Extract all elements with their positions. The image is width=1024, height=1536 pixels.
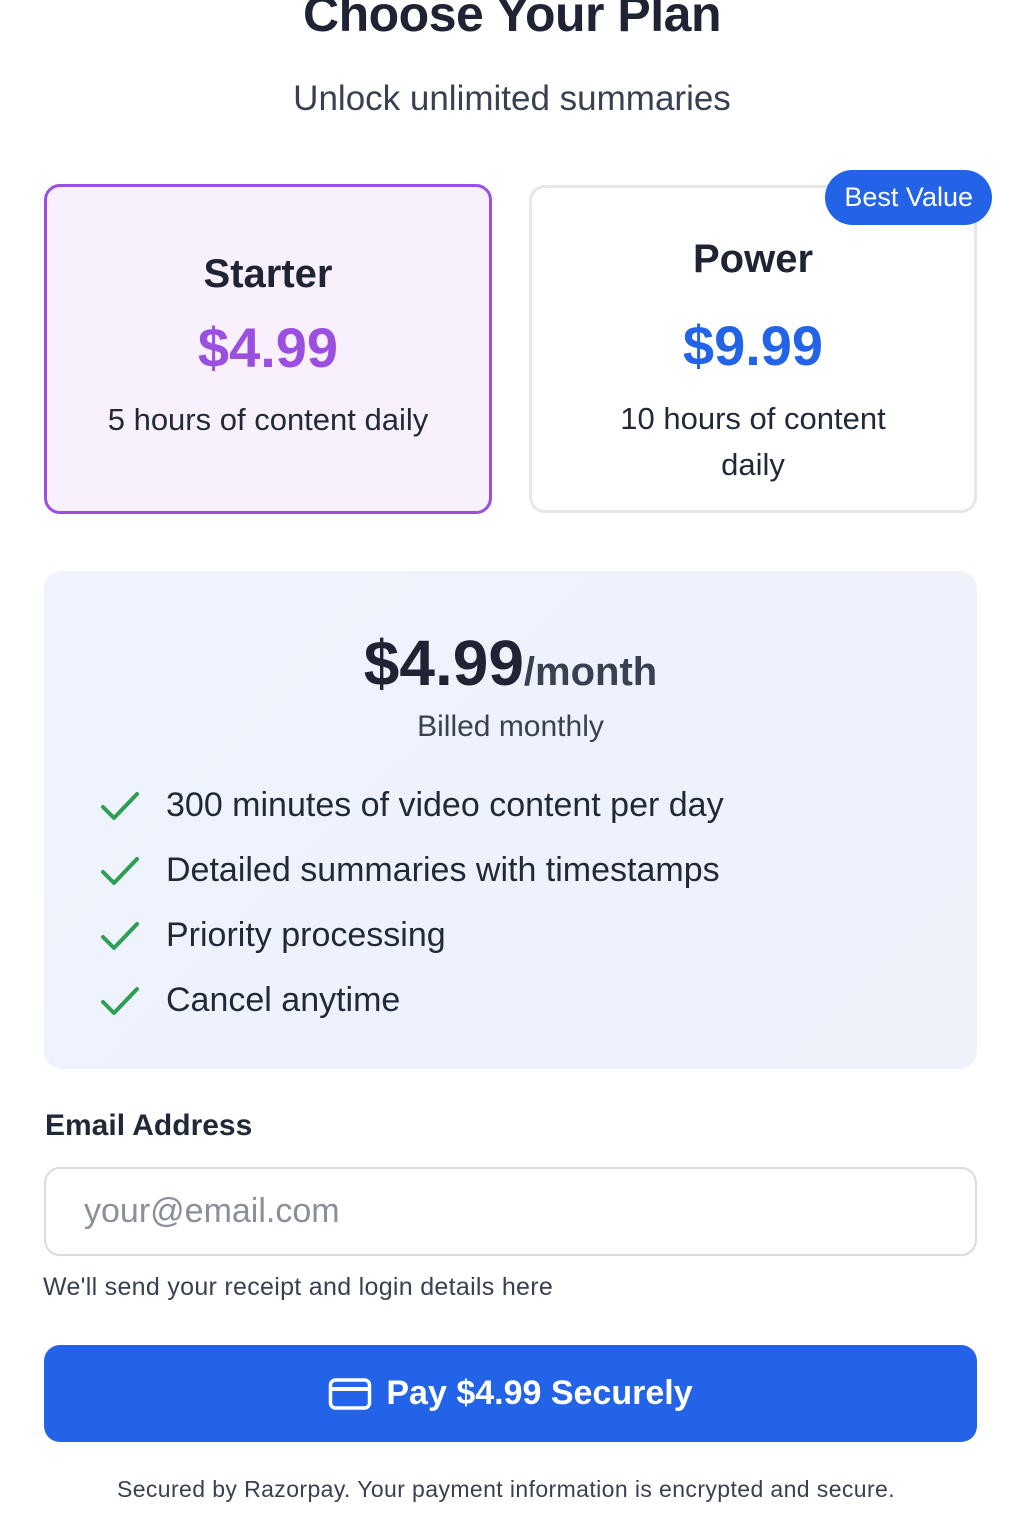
checkout-page: Choose Your Plan Unlock unlimited summar… [0, 0, 1024, 1536]
summary-amount: $4.99 [363, 627, 524, 699]
feature-item: Priority processing [100, 903, 724, 968]
check-icon [101, 921, 139, 950]
plan-description: 5 hours of content daily [107, 402, 429, 437]
summary-period: /month [523, 650, 658, 694]
best-value-badge: Best Value [825, 170, 992, 225]
billing-note: Billed monthly [417, 710, 604, 743]
plan-price: $4.99 [197, 316, 339, 379]
credit-card-icon [329, 1377, 372, 1410]
check-icon [101, 856, 139, 885]
feature-text: 300 minutes of video content per day [166, 786, 724, 824]
plan-options: Starter $4.99 5 hours of content daily P… [44, 170, 992, 514]
page-subtitle: Unlock unlimited summaries [293, 79, 731, 118]
feature-list: 300 minutes of video content per day Det… [100, 773, 724, 1033]
pay-button-label: Pay $4.99 Securely [386, 1374, 693, 1412]
feature-text: Detailed summaries with timestamps [166, 851, 720, 889]
page-title: Choose Your Plan [302, 0, 722, 42]
plan-card-power[interactable]: Power $9.99 10 hours of content daily Be… [529, 170, 992, 513]
pay-button[interactable]: Pay $4.99 Securely [44, 1345, 977, 1442]
email-label: Email Address [45, 1109, 253, 1142]
email-field[interactable] [44, 1167, 977, 1256]
feature-item: 300 minutes of video content per day [100, 773, 724, 838]
plan-description: 10 hours of content daily [620, 401, 886, 482]
plan-card-starter[interactable]: Starter $4.99 5 hours of content daily [44, 184, 492, 514]
check-icon [101, 791, 139, 820]
feature-text: Cancel anytime [166, 981, 401, 1019]
feature-item: Cancel anytime [100, 968, 724, 1033]
security-note: Secured by Razorpay. Your payment inform… [116, 1476, 896, 1502]
feature-item: Detailed summaries with timestamps [100, 838, 724, 903]
plan-summary: $4.99/month Billed monthly 300 minutes o… [44, 571, 977, 1069]
plan-name: Power [692, 237, 814, 281]
email-help-text: We'll send your receipt and login detail… [43, 1273, 554, 1301]
plan-price: $9.99 [682, 314, 824, 377]
check-icon [101, 986, 139, 1015]
plan-name: Starter [203, 252, 333, 296]
feature-text: Priority processing [166, 916, 446, 954]
